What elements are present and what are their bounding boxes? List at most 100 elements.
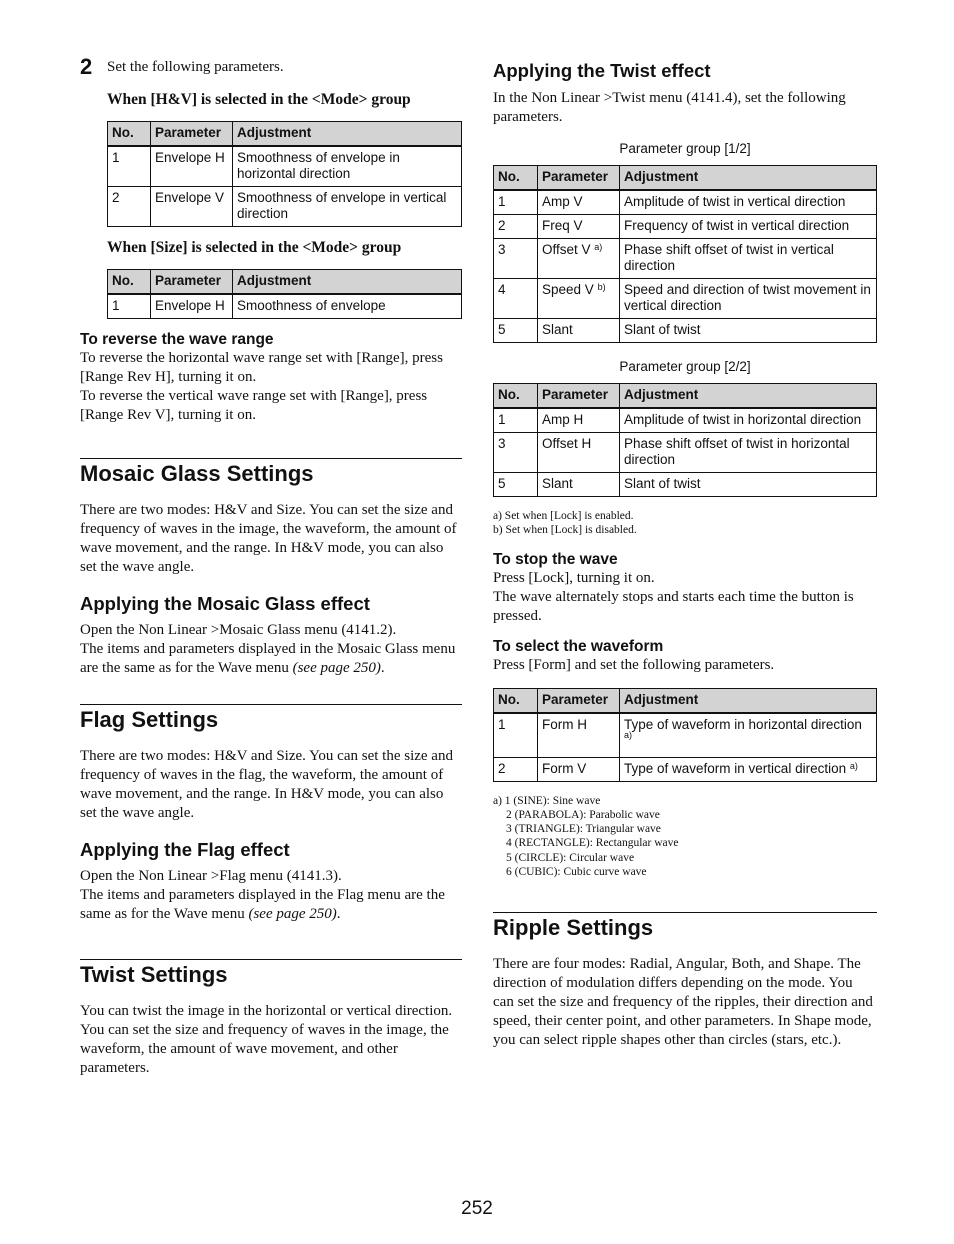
- footnote-line: a) 1 (SINE): Sine wave: [493, 794, 601, 807]
- waveform-table: No. Parameter Adjustment 1 Form H Type o…: [493, 687, 877, 782]
- flag-title: Flag Settings: [80, 707, 219, 732]
- cell-no: 1: [107, 293, 151, 319]
- twist-text-2: You can set the size and frequency of wa…: [80, 1022, 449, 1076]
- footnote-marker: a): [594, 242, 603, 252]
- apply-mosaic-glass-text-2: The items and parameters displayed in th…: [80, 640, 462, 678]
- cell-no: 2: [493, 756, 538, 782]
- table-header-row: No. Parameter Adjustment: [493, 687, 877, 714]
- column-header-parameter: Parameter: [150, 121, 233, 147]
- reverse-range-text-1: To reverse the horizontal wave range set…: [80, 350, 443, 385]
- cell-no: 1: [107, 145, 151, 187]
- table-header-row: No. Parameter Adjustment: [493, 165, 877, 191]
- column-header-no: No.: [493, 165, 538, 191]
- step-2: 2 Set the following parameters.: [80, 54, 462, 79]
- column-header-adjustment: Adjustment: [619, 165, 877, 191]
- section-divider: [80, 959, 462, 960]
- column-header-adjustment: Adjustment: [232, 121, 462, 147]
- table-row: 3 Offset H Phase shift offset of twist i…: [493, 432, 877, 473]
- column-header-parameter: Parameter: [537, 687, 620, 714]
- cell-adjustment: Speed and direction of twist movement in…: [619, 278, 877, 319]
- column-header-no: No.: [107, 121, 151, 147]
- column-header-no: No.: [107, 269, 151, 295]
- cell-adjustment: Smoothness of envelope in horizontal dir…: [232, 145, 462, 187]
- parameter-name: Offset V: [542, 242, 591, 257]
- page-reference-link[interactable]: (see page 250): [248, 906, 336, 922]
- table-header-row: No. Parameter Adjustment: [493, 383, 877, 409]
- cell-parameter: Envelope H: [150, 145, 233, 187]
- apply-flag-text-2: The items and parameters displayed in th…: [80, 886, 462, 924]
- section-divider: [493, 912, 877, 914]
- cell-parameter: Envelope V: [150, 186, 233, 227]
- footnote-line: 4 (RECTANGLE): Rectangular wave: [506, 837, 679, 850]
- apply-mosaic-glass-text-1: Open the Non Linear >Mosaic Glass menu (…: [80, 622, 397, 638]
- cell-parameter: Form V: [537, 756, 620, 782]
- cell-parameter: Offset V a): [537, 238, 620, 279]
- cell-no: 3: [493, 238, 538, 279]
- stop-wave-heading: To stop the wave: [493, 550, 618, 568]
- column-header-no: No.: [493, 687, 538, 714]
- cell-no: 3: [493, 432, 538, 473]
- cell-adjustment: Phase shift offset of twist in horizonta…: [619, 432, 877, 473]
- table-row: 1 Envelope H Smoothness of envelope in h…: [107, 145, 462, 187]
- twist-footnotes: a) Set when [Lock] is enabled. b) Set wh…: [493, 509, 877, 538]
- cell-adjustment: Smoothness of envelope: [232, 293, 462, 319]
- waveform-footnotes: a) 1 (SINE): Sine wave 2 (PARABOLA): Par…: [493, 794, 877, 880]
- table-row: 5 Slant Slant of twist: [493, 472, 877, 497]
- column-header-adjustment: Adjustment: [619, 687, 877, 714]
- cell-adjustment: Slant of twist: [619, 318, 877, 343]
- cell-adjustment: Type of waveform in horizontal direction…: [619, 712, 877, 758]
- section-divider: [80, 458, 462, 459]
- twist-group-1-table: No. Parameter Adjustment 1 Amp V Amplitu…: [493, 165, 877, 343]
- cell-parameter: Amp V: [537, 189, 620, 215]
- apply-twist-heading: Applying the Twist effect: [493, 60, 711, 81]
- left-column: 2 Set the following parameters. When [H&…: [80, 54, 462, 1078]
- cell-no: 1: [493, 407, 538, 433]
- twist-group-2-table: No. Parameter Adjustment 1 Amp H Amplitu…: [493, 383, 877, 497]
- footnote-line: 3 (TRIANGLE): Triangular wave: [506, 823, 661, 836]
- page-reference-link[interactable]: (see page 250): [293, 660, 381, 676]
- apply-flag-text-1: Open the Non Linear >Flag menu (4141.3).: [80, 868, 342, 884]
- adjustment-text: Type of waveform in vertical direction: [624, 760, 847, 776]
- cell-adjustment: Slant of twist: [619, 472, 877, 497]
- column-header-adjustment: Adjustment: [232, 269, 462, 295]
- cell-adjustment: Frequency of twist in vertical direction: [619, 214, 877, 239]
- footnote-marker: b): [597, 282, 606, 292]
- table-row: 5 Slant Slant of twist: [493, 318, 877, 343]
- ripple-title: Ripple Settings: [493, 915, 654, 941]
- column-header-no: No.: [493, 383, 538, 409]
- table-row: 2 Form V Type of waveform in vertical di…: [493, 756, 877, 782]
- apply-twist-intro: In the Non Linear >Twist menu (4141.4), …: [493, 90, 846, 125]
- cell-adjustment: Amplitude of twist in horizontal directi…: [619, 407, 877, 433]
- cell-no: 4: [493, 278, 538, 319]
- apply-mosaic-glass-heading: Applying the Mosaic Glass effect: [80, 593, 370, 614]
- cell-no: 5: [493, 472, 538, 497]
- cell-no: 2: [107, 186, 151, 227]
- table-row: 1 Form H Type of waveform in horizontal …: [493, 712, 877, 758]
- cell-no: 5: [493, 318, 538, 343]
- twist-title: Twist Settings: [80, 962, 228, 987]
- adjustment-text: Type of waveform in horizontal direction: [624, 716, 862, 732]
- cell-parameter: Offset H: [537, 432, 620, 473]
- sentence-end: .: [336, 906, 341, 922]
- column-header-parameter: Parameter: [537, 383, 620, 409]
- cell-parameter: Envelope H: [150, 293, 233, 319]
- table-row: 2 Freq V Frequency of twist in vertical …: [493, 214, 877, 239]
- page-number: 252: [461, 1198, 493, 1219]
- mosaic-glass-title: Mosaic Glass Settings: [80, 461, 314, 486]
- cell-adjustment: Amplitude of twist in vertical direction: [619, 189, 877, 215]
- table-row: 1 Envelope H Smoothness of envelope: [107, 293, 462, 319]
- cell-adjustment: Phase shift offset of twist in vertical …: [619, 238, 877, 279]
- step-text: Set the following parameters.: [107, 59, 284, 75]
- column-header-parameter: Parameter: [150, 269, 233, 295]
- manual-page: 2 Set the following parameters. When [H&…: [0, 0, 954, 1244]
- stop-wave-text-2: The wave alternately stops and starts ea…: [493, 588, 854, 624]
- sentence-end: .: [380, 660, 385, 676]
- ripple-body: There are four modes: Radial, Angular, B…: [493, 956, 873, 1049]
- select-waveform-heading: To select the waveform: [493, 637, 664, 655]
- cell-parameter: Freq V: [537, 214, 620, 239]
- mosaic-glass-body: There are two modes: H&V and Size. You c…: [80, 502, 457, 575]
- apply-mosaic-glass-desc: The items and parameters displayed in th…: [80, 641, 456, 676]
- parameter-group-1-caption: Parameter group [1/2]: [619, 141, 751, 156]
- table-row: 4 Speed V b) Speed and direction of twis…: [493, 278, 877, 319]
- step-number: 2: [80, 54, 93, 79]
